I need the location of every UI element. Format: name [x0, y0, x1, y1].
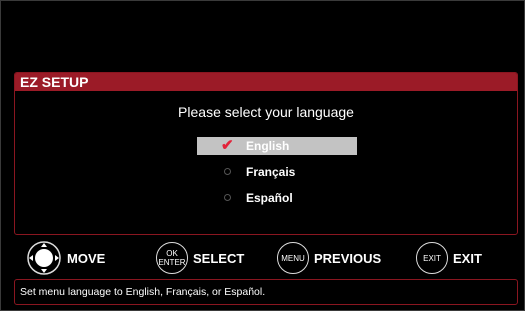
menu-button-icon: MENU — [277, 242, 309, 274]
select-label: SELECT — [193, 250, 245, 266]
language-option-francais[interactable]: Français — [197, 163, 357, 181]
menu-text: MENU — [281, 253, 305, 263]
language-list: ✔ English Français Español — [197, 137, 357, 215]
previous-label: PREVIOUS — [314, 250, 382, 266]
radio-icon — [224, 194, 231, 201]
language-prompt: Please select your language — [178, 104, 354, 120]
language-label: Español — [246, 191, 293, 205]
ok-text: OK — [166, 249, 178, 258]
nav-select: OK ENTER SELECT — [156, 240, 244, 276]
language-label: Français — [246, 165, 296, 179]
nav-move: MOVE — [26, 240, 105, 276]
help-status-bar: Set menu language to English, Français, … — [14, 279, 518, 305]
nav-exit: EXIT EXIT — [416, 240, 482, 276]
language-option-english[interactable]: ✔ English — [197, 137, 357, 155]
dpad-icon — [27, 241, 61, 275]
language-option-espanol[interactable]: Español — [197, 189, 357, 207]
enter-text: ENTER — [158, 258, 186, 267]
radio-icon — [224, 168, 231, 175]
checkmark-icon: ✔ — [221, 137, 234, 154]
exit-button-icon: EXIT — [416, 242, 448, 274]
nav-previous: MENU PREVIOUS — [277, 240, 381, 276]
move-label: MOVE — [67, 250, 106, 266]
panel-title: EZ SETUP — [15, 73, 517, 91]
exit-text: EXIT — [423, 253, 441, 263]
ok-enter-button-icon: OK ENTER — [156, 242, 188, 274]
exit-label: EXIT — [453, 250, 482, 266]
language-label: English — [246, 139, 290, 153]
ez-setup-panel: EZ SETUP Please select your language ✔ E… — [14, 72, 518, 235]
remote-key-legend: MOVE OK ENTER SELECT MENU PREVIOUS EXIT … — [0, 240, 525, 276]
